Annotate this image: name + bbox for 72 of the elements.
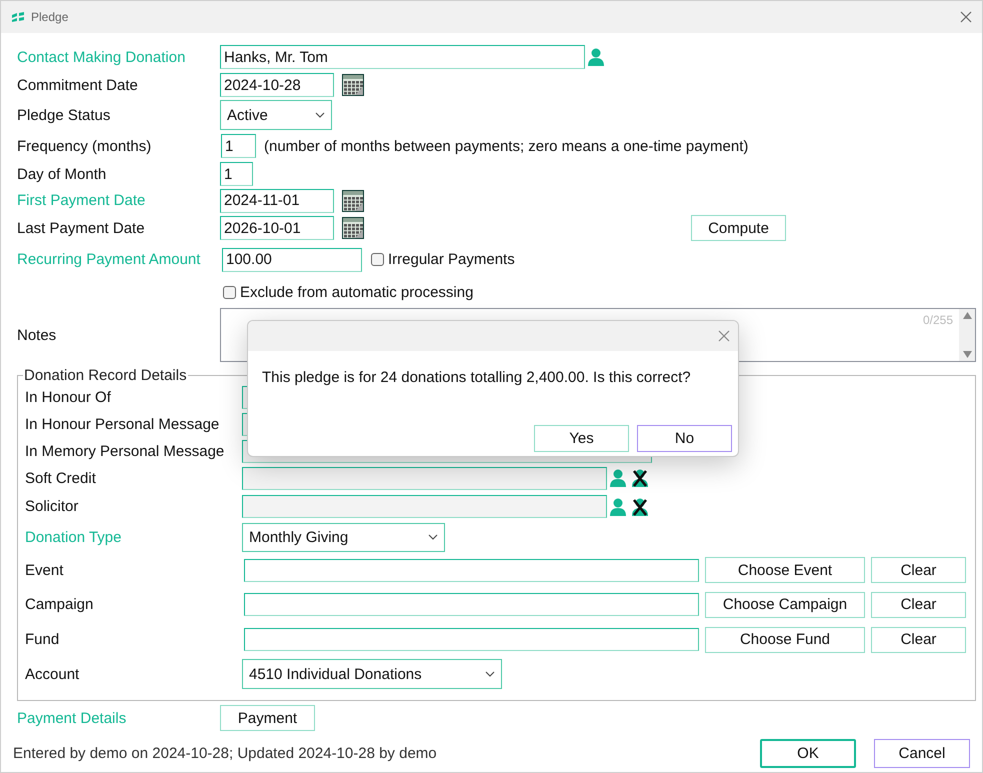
field-label: Day of Month [17,166,108,182]
clear-button[interactable]: Clear [871,592,966,618]
choose-button[interactable]: Choose Campaign [705,592,865,618]
input-field[interactable]: 100.00 [222,248,362,272]
field-label: Campaign [25,596,94,613]
field-label: Event [25,562,64,578]
checkbox-label: Irregular Payments [388,251,515,268]
person-icon[interactable] [587,48,605,66]
checkbox[interactable] [371,253,384,266]
dialog-button[interactable]: Yes [534,425,629,452]
close-button[interactable] [960,11,972,23]
checkbox[interactable] [223,286,236,298]
payment-button[interactable]: Payment [220,705,315,731]
field-label: Notes [17,326,58,344]
input-field[interactable]: 1 [221,134,256,158]
calendar-icon[interactable] [342,74,364,96]
compute-button[interactable]: Compute [691,215,786,241]
calendar-icon[interactable] [342,190,364,212]
field-label: In Honour Of [25,389,112,406]
hint-text: (number of months between payments; zero means a one-time payment) [264,138,748,154]
input-field[interactable] [244,593,699,616]
input-field[interactable]: Hanks, Mr. Tom [220,45,585,69]
chevron-icon [428,534,438,540]
choose-button[interactable]: Choose Event [705,557,865,583]
remove-person-icon[interactable] [630,469,650,487]
field-label: Fund [25,631,60,648]
scrollbar[interactable] [959,309,975,361]
input-field[interactable] [244,558,699,582]
field-label: In Honour Personal Message [25,416,220,433]
input-field[interactable] [242,495,607,518]
field-label: Payment Details [17,710,128,726]
clear-button[interactable]: Clear [871,626,966,652]
date-field[interactable]: 2024-10-28 [220,73,334,97]
window-title: Pledge [31,10,68,24]
clear-button[interactable]: Clear [871,557,966,583]
dialog-button[interactable]: OK [760,738,856,768]
input-field[interactable] [244,628,699,651]
dropdown[interactable]: Monthly Giving [242,522,445,552]
close-button[interactable] [718,330,730,342]
field-label: Pledge Status [17,106,112,124]
field-label: Soft Credit [25,470,97,486]
field-label: Contact Making Donation [17,48,186,66]
character-counter: 0/255 [922,313,953,329]
field-label: Donation Type [25,528,122,546]
dialog-message: This pledge is for 24 donations totalling 2,400.00. Is this correct? [262,369,692,386]
status-text: Entered by demo on 2024-10-28; Updated 2024-10-28 by demo [13,744,438,762]
checkbox-label: Exclude from automatic processing [240,284,474,300]
field-label: First Payment Date [17,192,146,209]
group-title: Donation Record Details [23,367,188,384]
field-label: In Memory Personal Message [25,442,226,460]
field-label: Solicitor [25,498,80,515]
field-label: Commitment Date [17,76,139,94]
choose-button[interactable]: Choose Fund [705,626,865,652]
calendar-icon[interactable] [342,217,364,239]
dropdown[interactable]: Active [220,100,332,130]
chevron-icon [315,112,325,118]
dialog-button[interactable]: No [637,425,732,452]
dialog-button[interactable]: Cancel [874,738,970,768]
field-label: Last Payment Date [17,220,146,236]
field-label: Frequency (months) [17,138,152,154]
field-label: Account [25,666,80,682]
date-field[interactable]: 2026-10-01 [220,216,334,240]
input-field[interactable] [242,466,607,490]
chevron-icon [485,671,495,677]
scroll-up-icon[interactable] [962,312,972,319]
dropdown[interactable]: 4510 Individual Donations [242,659,502,689]
date-field[interactable]: 2024-11-01 [220,188,334,212]
remove-person-icon[interactable] [630,498,650,516]
app-logo-icon [11,12,25,22]
scroll-down-icon[interactable] [962,351,972,358]
field-label: Recurring Payment Amount [17,251,202,268]
input-field[interactable]: 1 [220,162,253,186]
